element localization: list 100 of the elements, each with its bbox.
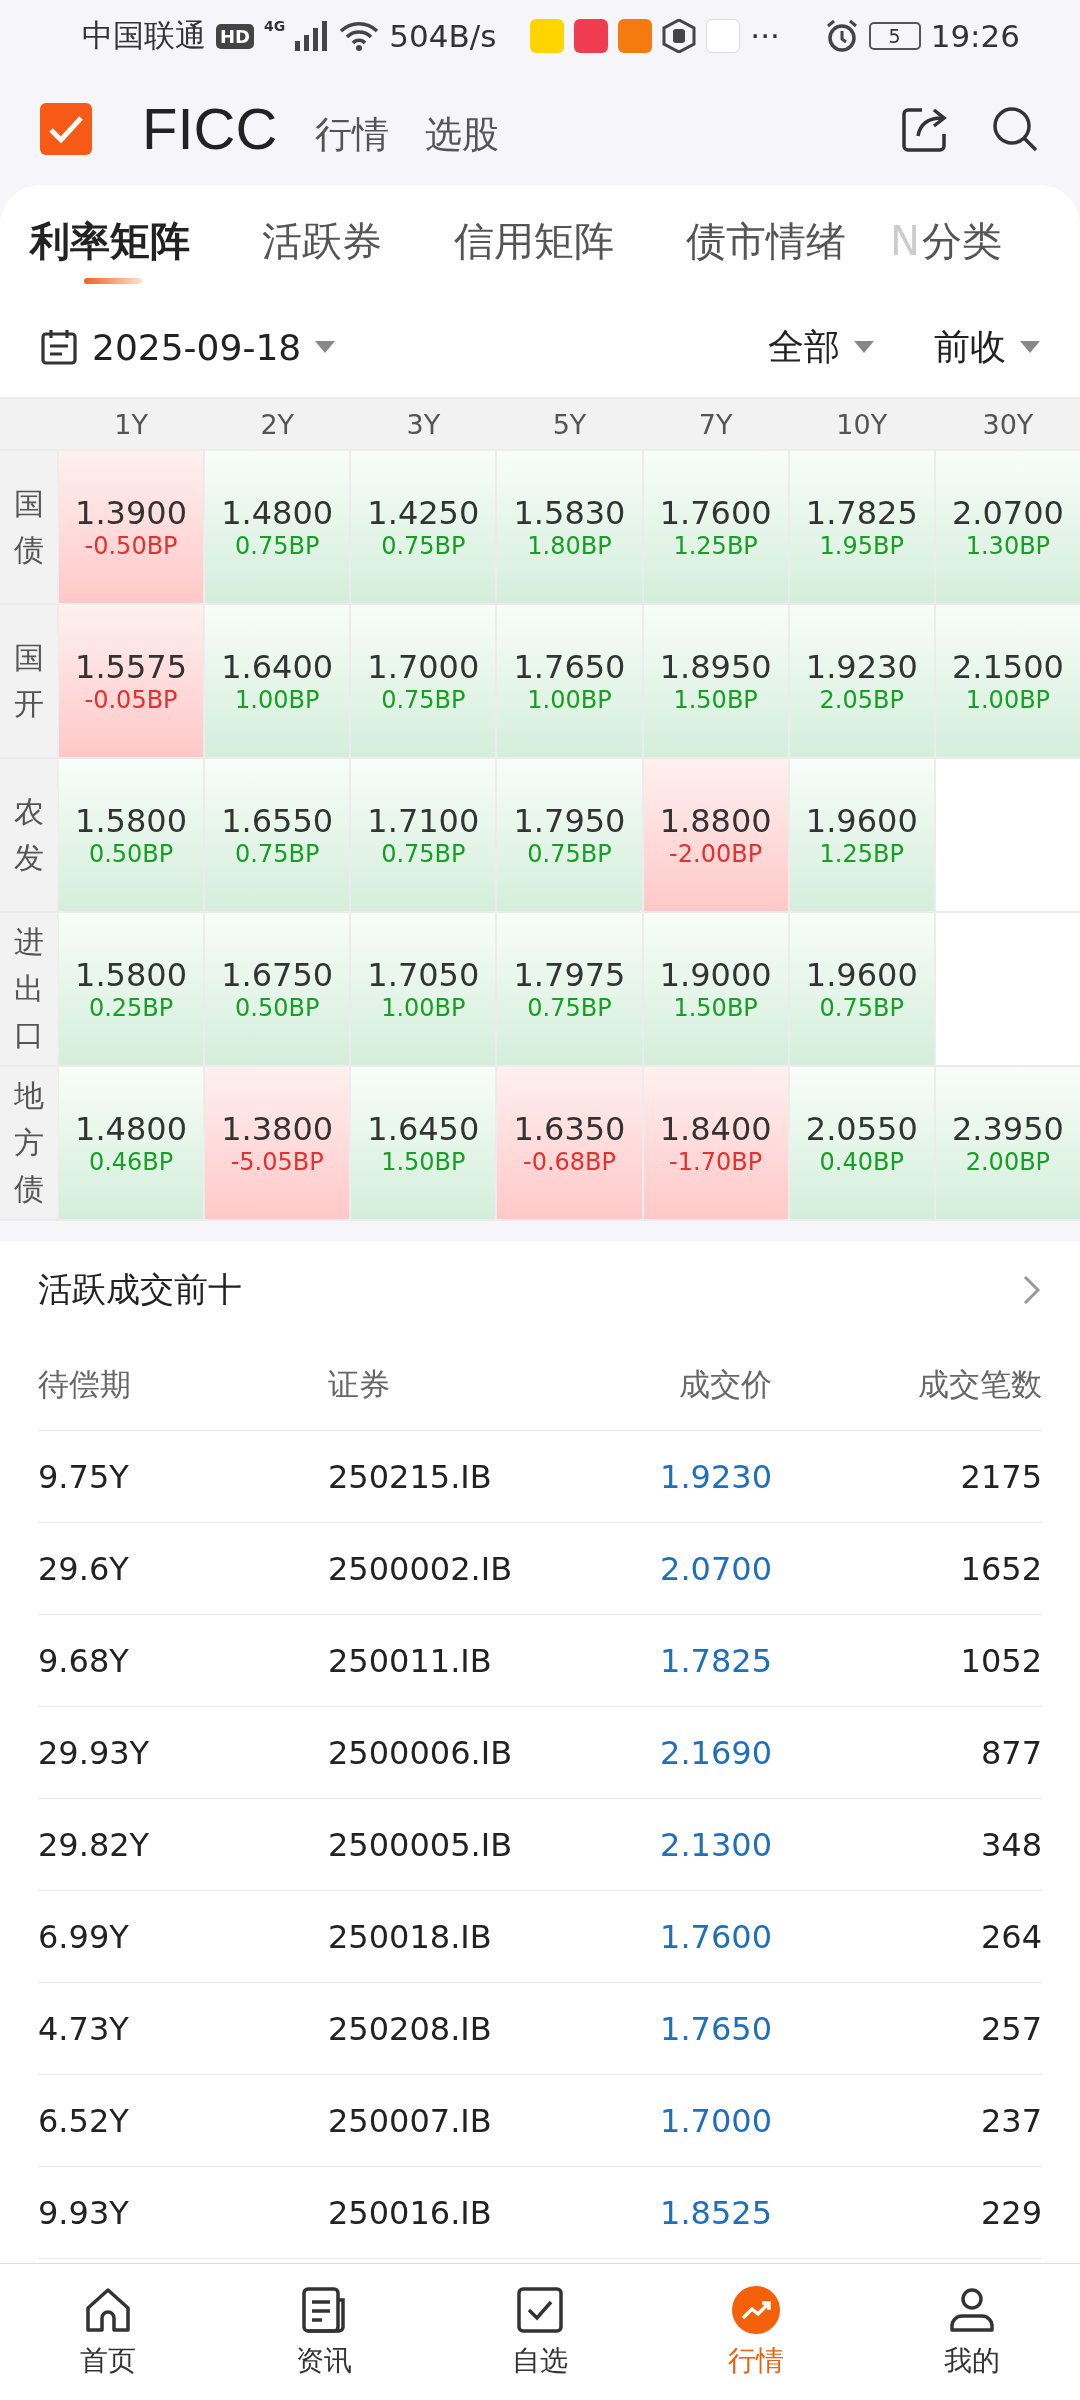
nav-tab[interactable]: 我的 <box>864 2264 1080 2400</box>
app-icon <box>530 19 565 53</box>
rate-cell[interactable]: 1.6350 -0.68BP <box>497 1067 642 1219</box>
caret-icon <box>315 341 336 353</box>
tab[interactable]: 信用矩阵 <box>454 196 614 286</box>
signal-icon <box>295 21 330 51</box>
rate-cell[interactable]: 1.9600 0.75BP <box>789 913 934 1065</box>
time-text: 19:26 <box>930 18 1020 54</box>
rate-cell[interactable]: 1.8950 1.50BP <box>643 605 788 757</box>
rate-cell[interactable]: 1.8800 -2.00BP <box>643 759 788 911</box>
more-text: ··· <box>750 18 780 54</box>
table-cell-text: 29.93Y <box>38 1733 151 1772</box>
hd-badge: HD <box>216 23 254 49</box>
tab[interactable]: 利率矩阵 <box>30 196 190 286</box>
table-cell-text: 9.93Y <box>38 2193 130 2232</box>
column-header: 成交笔数 <box>917 1364 1042 1404</box>
column-header: 待偿期 <box>38 1364 132 1404</box>
caret-icon <box>854 341 874 353</box>
tab[interactable]: 债市情绪 <box>686 196 846 286</box>
table-cell-text: 29.82Y <box>38 1825 151 1864</box>
table-cell-text: 1.9230 <box>659 1457 772 1496</box>
rate-cell[interactable]: 1.5575 -0.05BP <box>59 605 204 757</box>
nav-tab[interactable]: 自选 <box>432 2264 648 2400</box>
rate-cell[interactable]: 2.3950 2.00BP <box>935 1067 1080 1219</box>
calendar-icon <box>40 328 78 366</box>
rate-cell[interactable]: 1.9230 2.05BP <box>789 605 934 757</box>
table-cell-text: 250215.IB <box>328 1457 493 1496</box>
table-cell-text: 1052 <box>959 1641 1042 1680</box>
rate-cell[interactable]: 1.4800 0.75BP <box>205 451 350 603</box>
scope-dropdown[interactable]: 全部 <box>768 322 874 372</box>
rate-cell[interactable]: 2.0550 0.40BP <box>789 1067 934 1219</box>
rate-cell[interactable]: 2.1500 1.00BP <box>935 605 1080 757</box>
header-nav-link[interactable]: 选股 <box>425 109 500 160</box>
wifi-icon <box>339 21 380 51</box>
table-cell-text: 264 <box>979 1917 1042 1956</box>
table-cell-text: 877 <box>979 1733 1042 1772</box>
chevron-right-icon[interactable] <box>1022 1274 1042 1306</box>
table-cell-text: 1.7825 <box>659 1641 772 1680</box>
rate-cell[interactable]: 1.6750 0.50BP <box>205 913 350 1065</box>
rate-cell[interactable]: 1.7050 1.00BP <box>351 913 496 1065</box>
rate-cell[interactable]: 1.3800 -5.05BP <box>205 1067 350 1219</box>
section-title: 活跃成交前十 <box>38 1268 242 1311</box>
table-cell-text: 2.1300 <box>659 1825 772 1864</box>
rate-cell[interactable]: 1.7600 1.25BP <box>643 451 788 603</box>
rate-cell[interactable]: 1.7650 1.00BP <box>497 605 642 757</box>
rate-cell[interactable]: 1.5830 1.80BP <box>497 451 642 603</box>
column-header: 成交价 <box>678 1364 772 1404</box>
table-cell-text: 2500006.IB <box>328 1733 514 1772</box>
table-cell-text: 9.75Y <box>38 1457 130 1496</box>
table-cell-text: 4.73Y <box>38 2009 130 2048</box>
table-cell-text: 250016.IB <box>328 2193 493 2232</box>
rate-cell[interactable]: 1.4800 0.46BP <box>59 1067 204 1219</box>
table-cell-text: 250208.IB <box>328 2009 493 2048</box>
app-icon <box>706 19 741 53</box>
app-icon <box>618 19 653 53</box>
table-cell-text: 2175 <box>959 1457 1042 1496</box>
table-cell-text: 1652 <box>959 1549 1042 1588</box>
rate-cell[interactable]: 1.5800 0.50BP <box>59 759 204 911</box>
column-header: 证券 <box>328 1364 391 1404</box>
nav-tab[interactable]: 资讯 <box>216 2264 432 2400</box>
rate-cell[interactable]: 1.3900 -0.50BP <box>59 451 204 603</box>
table-cell-text: 250018.IB <box>328 1917 493 1956</box>
rate-cell[interactable]: 1.5800 0.25BP <box>59 913 204 1065</box>
battery-icon: 5 <box>868 22 921 50</box>
rate-cell[interactable]: 1.6400 1.00BP <box>205 605 350 757</box>
header-nav-link[interactable]: 行情 <box>315 109 390 160</box>
date-text: 2025-09-18 <box>92 326 302 368</box>
rate-cell[interactable]: 1.9000 1.50BP <box>643 913 788 1065</box>
rate-cell[interactable]: 1.7000 0.75BP <box>351 605 496 757</box>
rate-cell[interactable]: 1.9600 1.25BP <box>789 759 934 911</box>
table-cell-text: 1.8525 <box>659 2193 772 2232</box>
rate-cell[interactable]: 2.0700 1.30BP <box>935 451 1080 603</box>
category-button[interactable]: 分类 <box>921 213 1002 269</box>
network-text: 4G <box>264 18 286 34</box>
checkmark-logo-icon <box>40 102 92 155</box>
rate-cell[interactable]: 1.7100 0.75BP <box>351 759 496 911</box>
table-cell-text: 1.7000 <box>659 2101 772 2140</box>
speed-text: 504B/s <box>389 18 497 54</box>
rate-cell[interactable]: 1.7975 0.75BP <box>497 913 642 1065</box>
rate-cell[interactable]: 1.7950 0.75BP <box>497 759 642 911</box>
table-cell-text: 2.0700 <box>659 1549 772 1588</box>
table-cell-text: 6.52Y <box>38 2101 130 2140</box>
tab[interactable]: 活跃券 <box>262 196 382 286</box>
rate-cell[interactable]: 1.6450 1.50BP <box>351 1067 496 1219</box>
table-cell-text: 237 <box>979 2101 1042 2140</box>
rate-cell[interactable]: 1.6550 0.75BP <box>205 759 350 911</box>
table-cell-text: 9.68Y <box>38 1641 130 1680</box>
date-selector[interactable]: 2025-09-18 <box>40 326 336 368</box>
table-cell-text: 348 <box>979 1825 1042 1864</box>
carrier-text: 中国联通 <box>82 16 206 55</box>
trend-icon <box>730 2284 782 2336</box>
basis-dropdown[interactable]: 前收 <box>934 322 1040 372</box>
rate-cell[interactable]: 1.8400 -1.70BP <box>643 1067 788 1219</box>
checkbox-icon <box>514 2284 566 2336</box>
table-cell-text: 2500005.IB <box>328 1825 514 1864</box>
rate-cell[interactable]: 1.4250 0.75BP <box>351 451 496 603</box>
nav-tab[interactable]: 首页 <box>0 2264 216 2400</box>
rate-cell[interactable]: 1.7825 1.95BP <box>789 451 934 603</box>
alarm-icon <box>824 19 859 53</box>
table-cell-text: 1.7600 <box>659 1917 772 1956</box>
